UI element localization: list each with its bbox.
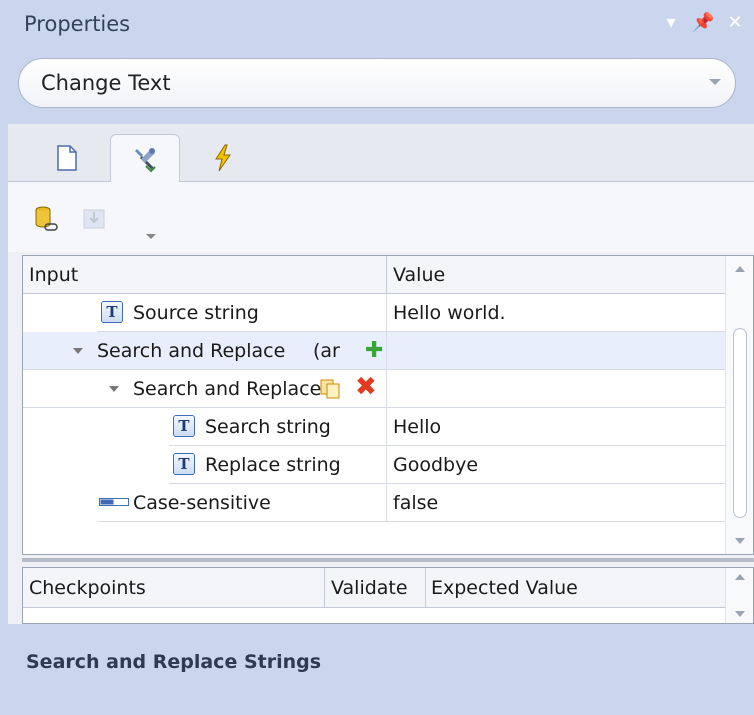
row-search-string[interactable]: T Search string Hello xyxy=(169,408,726,446)
row-label: Search and Replace xyxy=(97,340,286,362)
cell-divider xyxy=(386,446,387,484)
panel-title: Properties xyxy=(24,12,131,36)
properties-toolbar xyxy=(8,182,754,252)
scroll-up-icon[interactable] xyxy=(735,574,745,580)
row-label: Search string xyxy=(205,416,331,438)
row-search-and-replace-group[interactable]: Search and Replace (ar ✚ xyxy=(23,332,726,370)
checkpoints-grid: Checkpoints Validate Expected Value xyxy=(22,567,754,624)
header-divider[interactable] xyxy=(386,256,387,294)
column-header-input[interactable]: Input xyxy=(29,264,78,286)
database-link-button[interactable] xyxy=(32,204,62,234)
close-icon[interactable]: ✕ xyxy=(724,12,746,34)
menu-dropdown-icon[interactable]: ▾ xyxy=(660,12,682,34)
row-value[interactable]: Goodbye xyxy=(393,454,478,476)
tab-general[interactable] xyxy=(32,134,102,182)
tab-strip xyxy=(8,124,754,183)
row-label: Replace string xyxy=(205,454,341,476)
column-header-value[interactable]: Value xyxy=(393,264,445,286)
properties-titlebar: Properties ▾ 📌 ✕ xyxy=(0,0,754,50)
description-text: Search and Replace Strings xyxy=(26,651,322,673)
row-value[interactable]: Hello xyxy=(393,416,441,438)
toolbar-overflow-chevron-icon[interactable] xyxy=(146,234,156,239)
tools-icon xyxy=(135,147,156,172)
checkpoints-scrollbar[interactable] xyxy=(725,568,753,623)
expand-chevron-icon[interactable] xyxy=(73,348,83,354)
download-button[interactable] xyxy=(80,204,110,234)
row-value[interactable]: Hello world. xyxy=(393,302,506,324)
lightning-icon xyxy=(215,144,231,172)
chevron-down-icon xyxy=(709,79,721,85)
description-pane: Search and Replace Strings xyxy=(0,624,754,715)
add-item-icon[interactable]: ✚ xyxy=(365,338,383,363)
properties-panel: Input Value T Source string Hello world.… xyxy=(8,124,754,624)
selected-object: Change Text xyxy=(41,71,171,95)
header-divider[interactable] xyxy=(324,568,325,608)
row-count-label: (ar xyxy=(313,340,340,362)
row-case-sensitive[interactable]: Case-sensitive false xyxy=(97,484,726,522)
parameters-grid: Input Value T Source string Hello world.… xyxy=(22,255,754,555)
tab-parameters[interactable] xyxy=(110,134,180,183)
header-divider[interactable] xyxy=(425,568,426,608)
boolean-icon xyxy=(99,498,129,506)
text-icon: T xyxy=(101,301,123,323)
expand-chevron-icon[interactable] xyxy=(109,386,119,392)
row-label: Search and Replace xyxy=(133,378,322,400)
object-selector-dropdown[interactable]: Change Text xyxy=(18,58,736,108)
column-header-expected-value[interactable]: Expected Value xyxy=(431,577,578,599)
row-label: Source string xyxy=(133,302,259,324)
scroll-up-icon[interactable] xyxy=(735,266,745,272)
page-icon xyxy=(57,145,77,171)
database-link-icon xyxy=(35,206,58,231)
row-search-and-replace-item[interactable]: Search and Replace ✖ xyxy=(23,370,726,408)
tab-events[interactable] xyxy=(188,134,258,182)
text-icon: T xyxy=(173,453,195,475)
row-label: Case-sensitive xyxy=(133,492,271,514)
title-controls: ▾ 📌 ✕ xyxy=(660,12,746,34)
cell-divider xyxy=(386,370,387,408)
row-replace-string[interactable]: T Replace string Goodbye xyxy=(169,446,726,484)
cell-divider xyxy=(386,332,387,370)
row-value[interactable]: false xyxy=(393,492,438,514)
cell-divider xyxy=(386,484,387,522)
cell-divider xyxy=(386,294,387,332)
scroll-down-icon[interactable] xyxy=(735,538,745,544)
column-header-checkpoints[interactable]: Checkpoints xyxy=(29,577,146,599)
grid-vertical-scrollbar[interactable] xyxy=(725,256,753,554)
delete-icon[interactable]: ✖ xyxy=(355,372,377,402)
scroll-thumb[interactable] xyxy=(733,328,747,518)
checkpoints-header: Checkpoints Validate Expected Value xyxy=(23,568,726,608)
grid-header: Input Value xyxy=(23,256,726,294)
pin-icon[interactable]: 📌 xyxy=(692,12,714,34)
copy-icon[interactable] xyxy=(319,378,341,400)
scroll-down-icon[interactable] xyxy=(735,611,745,617)
cell-divider xyxy=(386,408,387,446)
text-icon: T xyxy=(173,415,195,437)
row-source-string[interactable]: T Source string Hello world. xyxy=(97,294,726,332)
column-header-validate[interactable]: Validate xyxy=(331,577,408,599)
grid-splitter[interactable] xyxy=(22,558,754,562)
download-icon xyxy=(83,209,105,229)
